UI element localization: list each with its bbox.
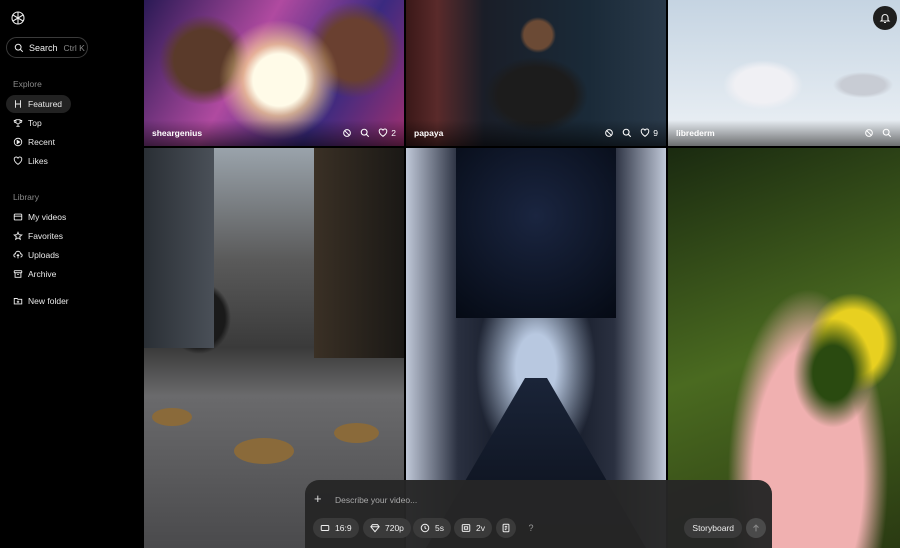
remix-icon — [343, 129, 352, 137]
openai-logo-icon[interactable] — [10, 10, 26, 26]
new-folder-button[interactable]: New folder — [6, 292, 86, 310]
tile-username[interactable]: sheargenius — [152, 128, 334, 138]
presets-button[interactable] — [496, 518, 516, 538]
tile-username[interactable]: papaya — [414, 128, 596, 138]
star-icon — [13, 231, 23, 241]
heart-icon — [379, 128, 388, 137]
submit-button[interactable] — [746, 518, 766, 538]
nav-uploads[interactable]: Uploads — [6, 246, 71, 264]
storyboard-button[interactable]: Storyboard — [684, 518, 742, 538]
new-folder-icon — [13, 298, 23, 305]
thumbnail-sky — [456, 148, 616, 318]
remix-button[interactable] — [604, 128, 614, 138]
nav-archive-label: Archive — [28, 269, 57, 279]
document-icon — [502, 523, 510, 533]
nav-featured-label: Featured — [28, 99, 63, 109]
aspect-ratio-button[interactable]: 16:9 — [313, 518, 359, 538]
variations-button[interactable]: 2v — [454, 518, 492, 538]
tile-meta: sheargenius 2 — [144, 120, 404, 146]
search-similar-button[interactable] — [360, 128, 370, 138]
search-shortcut: Ctrl K — [63, 42, 85, 53]
thumbnail-building — [144, 148, 214, 348]
thumbnail-crab — [152, 408, 192, 426]
bell-icon — [879, 14, 891, 24]
video-tile[interactable]: papaya 9 — [406, 0, 666, 146]
featured-icon — [15, 100, 21, 108]
search-button[interactable]: Search Ctrl K — [6, 37, 88, 58]
thumbnail-crab — [234, 438, 294, 464]
nav-favorites-label: Favorites — [28, 231, 63, 241]
explore-heading: Explore — [13, 79, 42, 89]
thumbnail-building — [314, 148, 404, 358]
nav-my-videos-label: My videos — [28, 212, 67, 222]
resolution-value: 720p — [385, 523, 404, 533]
trophy-icon — [13, 119, 23, 127]
variations-icon — [461, 524, 471, 532]
video-tile[interactable]: librederm — [668, 0, 900, 146]
nav-uploads-label: Uploads — [28, 250, 60, 260]
archive-icon — [13, 270, 23, 278]
aspect-ratio-value: 16:9 — [335, 523, 352, 533]
resolution-button[interactable]: 720p — [363, 518, 411, 538]
remix-icon — [865, 129, 873, 137]
nav-likes-label: Likes — [28, 156, 48, 166]
search-label: Search — [29, 42, 58, 53]
nav-my-videos[interactable]: My videos — [6, 208, 71, 226]
heart-icon — [13, 156, 23, 165]
tile-username[interactable]: librederm — [676, 128, 856, 138]
arrow-up-icon — [753, 524, 759, 532]
recent-icon — [13, 137, 23, 147]
remix-button[interactable] — [864, 128, 874, 138]
tile-meta: librederm — [668, 120, 900, 146]
search-similar-button[interactable] — [622, 128, 632, 138]
search-icon — [14, 43, 24, 52]
nav-top-label: Top — [28, 118, 42, 128]
remix-icon — [605, 129, 614, 137]
aspect-ratio-icon — [320, 525, 330, 531]
library-heading: Library — [13, 192, 39, 202]
nav-likes[interactable]: Likes — [6, 152, 71, 170]
nav-top[interactable]: Top — [6, 114, 71, 132]
heart-icon — [641, 128, 650, 137]
search-icon — [622, 128, 632, 138]
like-button[interactable]: 9 — [640, 128, 658, 138]
search-icon — [882, 128, 892, 138]
sidebar: Search Ctrl K Explore Featured Top Recen… — [0, 0, 144, 548]
video-grid: sheargenius 2 papaya 9 librederm — [144, 0, 900, 548]
nav-favorites[interactable]: Favorites — [6, 227, 71, 245]
like-count: 2 — [391, 128, 396, 138]
prompt-composer: + 16:9 720p 5s 2v ? Storyboard — [305, 480, 772, 548]
tile-meta: papaya 9 — [406, 120, 666, 146]
thumbnail-crab — [334, 423, 379, 443]
nav-recent-label: Recent — [28, 137, 55, 147]
help-button[interactable]: ? — [521, 518, 541, 538]
nav-recent[interactable]: Recent — [6, 133, 71, 151]
remix-button[interactable] — [342, 128, 352, 138]
notifications-button[interactable] — [873, 6, 897, 30]
like-button[interactable]: 2 — [378, 128, 396, 138]
like-count: 9 — [653, 128, 658, 138]
videos-icon — [13, 213, 23, 221]
duration-button[interactable]: 5s — [413, 518, 451, 538]
video-tile[interactable]: sheargenius 2 — [144, 0, 404, 146]
upload-icon — [13, 250, 23, 259]
nav-featured[interactable]: Featured — [6, 95, 71, 113]
duration-value: 5s — [435, 523, 444, 533]
variations-value: 2v — [476, 523, 485, 533]
search-icon — [360, 128, 370, 138]
nav-archive[interactable]: Archive — [6, 265, 71, 283]
clock-icon — [420, 523, 430, 533]
diamond-icon — [370, 524, 380, 533]
prompt-input[interactable] — [335, 493, 755, 507]
search-similar-button[interactable] — [882, 128, 892, 138]
add-media-button[interactable]: + — [314, 491, 322, 506]
new-folder-label: New folder — [28, 296, 69, 306]
